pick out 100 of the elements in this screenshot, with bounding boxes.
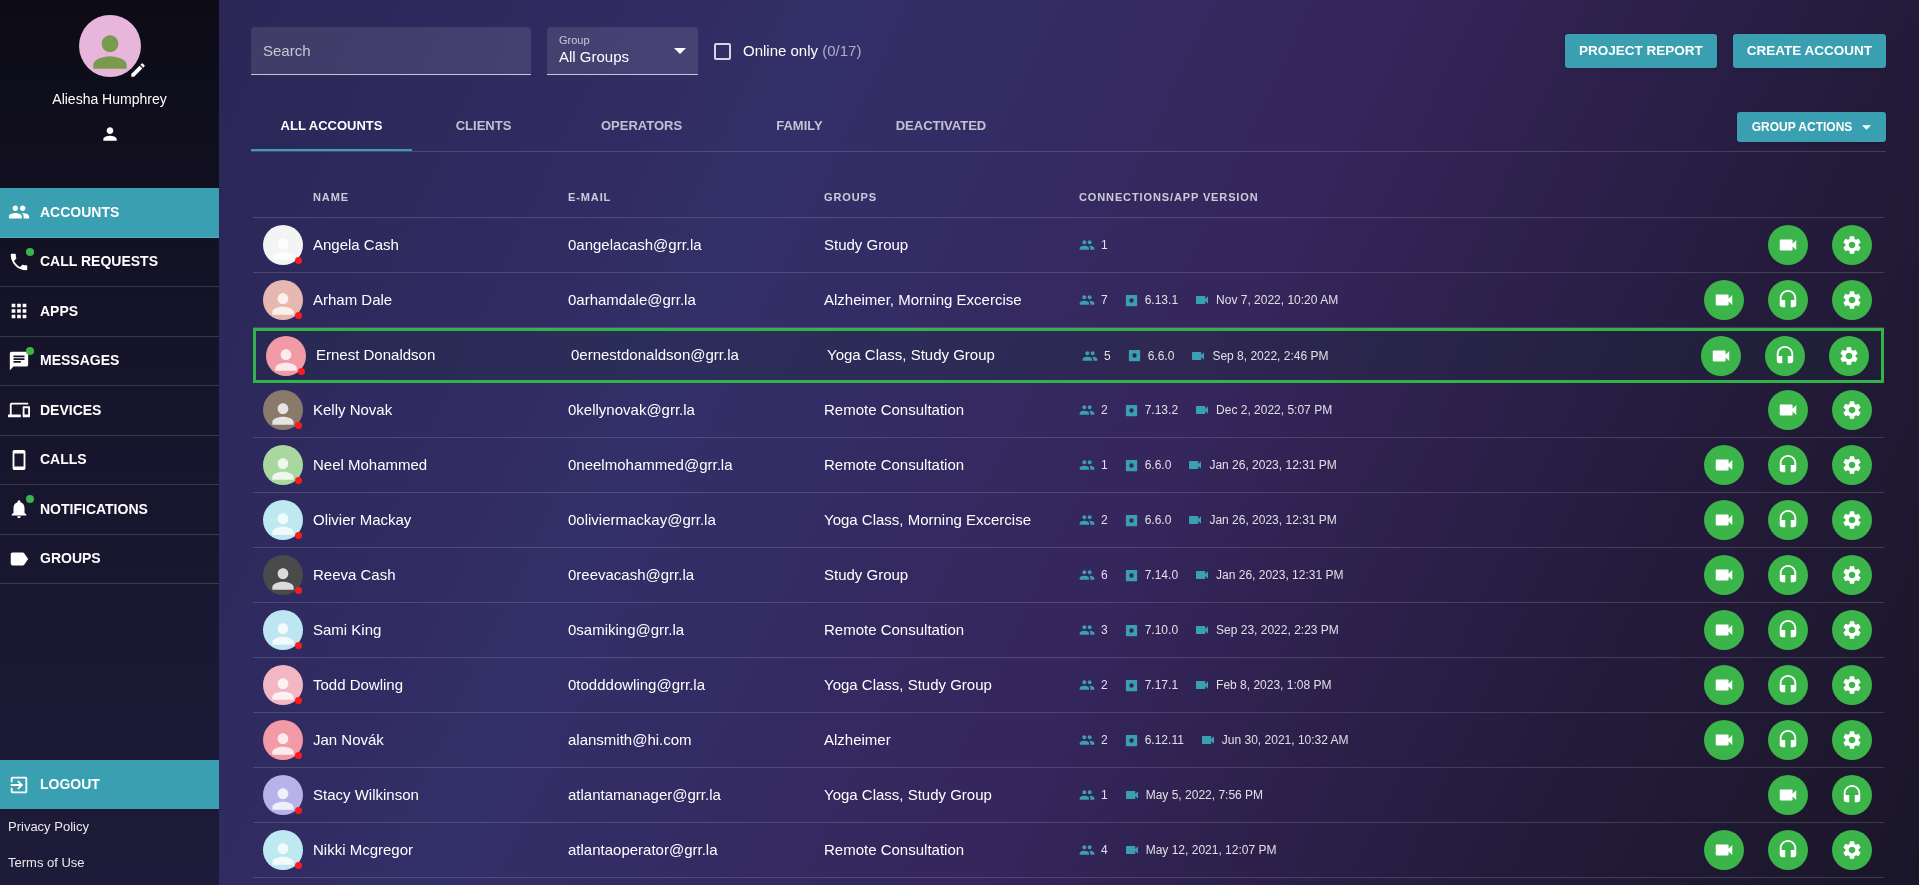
audio-call-button[interactable] bbox=[1768, 555, 1808, 595]
connection-count: 6 bbox=[1101, 567, 1108, 584]
groups-cell: Study Group bbox=[824, 235, 909, 253]
audio-call-button[interactable] bbox=[1765, 335, 1805, 376]
tab[interactable]: DEACTIVATED bbox=[871, 103, 1011, 151]
name-cell: Angela Cash bbox=[313, 235, 399, 253]
avatar bbox=[263, 830, 303, 870]
tab[interactable]: OPERATORS bbox=[555, 103, 728, 151]
settings-button[interactable] bbox=[1832, 445, 1872, 485]
table-row[interactable]: Ernest Donaldson 0ernestdonaldson@grr.la Yoga Class, Study Group 5 6.6.0 Sep 8, 2022, 2:46 PM bbox=[253, 328, 1884, 383]
table-row[interactable]: Angela Cash 0angelacash@grr.la Study Group 1 bbox=[253, 218, 1884, 273]
groups-cell: Remote Consultation bbox=[824, 840, 965, 858]
tab[interactable]: FAMILY bbox=[728, 103, 871, 151]
avatar bbox=[263, 280, 303, 320]
settings-button[interactable] bbox=[1832, 665, 1872, 705]
column-header: CONNECTIONS/APP VERSION bbox=[1079, 190, 1260, 206]
video-call-button[interactable] bbox=[1704, 445, 1744, 485]
video-call-button[interactable] bbox=[1768, 390, 1808, 430]
table-row[interactable]: Todd Dowling 0todddowling@grr.la Yoga Class, Study Group 2 7.17.1 Feb 8, 2023, 1:08 PM bbox=[253, 658, 1884, 713]
settings-button[interactable] bbox=[1832, 555, 1872, 595]
app-version: 6.6.0 bbox=[1147, 347, 1175, 365]
settings-icon bbox=[1841, 729, 1863, 751]
table-row[interactable]: Nikki Mcgregor atlantaoperator@grr.la Remote Consultation 4 May 12, 2021, 12:07 PM bbox=[253, 823, 1884, 878]
table-row[interactable]: Olivier Mackay 0oliviermackay@grr.la Yoga Class, Morning Excercise 2 6.6.0 Jan 26, 2023, 12:31 PM bbox=[253, 493, 1884, 548]
table-row[interactable]: Kelly Novak 0kellynovak@grr.la Remote Consultation 2 7.13.2 Dec 2, 2022, 5:07 PM bbox=[253, 383, 1884, 438]
avatar bbox=[263, 390, 303, 430]
app-icon bbox=[1126, 348, 1142, 363]
app-icon bbox=[1123, 567, 1139, 583]
groups-cell: Study Group bbox=[824, 565, 909, 583]
name-cell: Jan Novák bbox=[313, 730, 384, 748]
connection-count: 4 bbox=[1101, 842, 1108, 859]
app-version: 7.10.0 bbox=[1144, 622, 1179, 639]
video-call-button[interactable] bbox=[1701, 335, 1741, 376]
column-header: NAME bbox=[313, 190, 350, 206]
last-call-time: Jan 26, 2023, 12:31 PM bbox=[1209, 457, 1337, 474]
settings-button[interactable] bbox=[1832, 720, 1872, 760]
groups-cell: Yoga Class, Study Group bbox=[824, 675, 992, 693]
tab[interactable]: ALL ACCOUNTS bbox=[251, 103, 412, 151]
settings-icon bbox=[1841, 564, 1863, 586]
avatar bbox=[263, 775, 303, 815]
caret-icon bbox=[1862, 124, 1872, 130]
video-call-button[interactable] bbox=[1704, 830, 1744, 870]
connection-count: 2 bbox=[1101, 512, 1108, 529]
name-cell: Todd Dowling bbox=[313, 675, 404, 693]
audio-call-button[interactable] bbox=[1768, 280, 1808, 320]
footer-link[interactable]: Terms of Use bbox=[0, 845, 219, 881]
video-call-button[interactable] bbox=[1704, 555, 1744, 595]
table-row[interactable]: Reeva Cash 0reevacash@grr.la Study Group 6 7.14.0 Jan 26, 2023, 12:31 PM bbox=[253, 548, 1884, 603]
connection-count: 1 bbox=[1101, 237, 1108, 254]
settings-icon bbox=[1841, 674, 1863, 696]
pencil-icon[interactable] bbox=[128, 61, 147, 79]
settings-button[interactable] bbox=[1832, 390, 1872, 430]
avatar bbox=[263, 500, 303, 540]
footer-link[interactable]: Privacy Policy bbox=[0, 809, 219, 845]
video-call-button[interactable] bbox=[1704, 610, 1744, 650]
audio-call-button[interactable] bbox=[1768, 720, 1808, 760]
settings-button[interactable] bbox=[1832, 280, 1872, 320]
settings-button[interactable] bbox=[1832, 500, 1872, 540]
table-row[interactable]: Sami King 0samiking@grr.la Remote Consultation 3 7.10.0 Sep 23, 2022, 2:23 PM bbox=[253, 603, 1884, 658]
audio-call-button[interactable] bbox=[1768, 610, 1808, 650]
avatar bbox=[263, 225, 303, 265]
email-cell: 0oliviermackay@grr.la bbox=[568, 510, 716, 528]
settings-button[interactable] bbox=[1832, 830, 1872, 870]
video-call-button[interactable] bbox=[1768, 225, 1808, 265]
settings-icon bbox=[1841, 454, 1863, 476]
video-call-button[interactable] bbox=[1704, 720, 1744, 760]
audio-call-button[interactable] bbox=[1768, 500, 1808, 540]
audio-call-button[interactable] bbox=[1768, 830, 1808, 870]
email-cell: atlantamanager@grr.la bbox=[568, 785, 721, 803]
settings-button[interactable] bbox=[1829, 335, 1869, 376]
name-cell: Arham Dale bbox=[313, 290, 393, 308]
table-row[interactable]: Neel Mohammed 0neelmohammed@grr.la Remote Consultation 1 6.6.0 Jan 26, 2023, 12:31 PM bbox=[253, 438, 1884, 493]
connection-count: 1 bbox=[1101, 457, 1108, 474]
table-row[interactable]: Stacy Wilkinson atlantamanager@grr.la Yoga Class, Study Group 1 May 5, 2022, 7:56 PM bbox=[253, 768, 1884, 823]
table-row[interactable]: Jan Novák alansmith@hi.com Alzheimer 2 6.12.11 Jun 30, 2021, 10:32 AM bbox=[253, 713, 1884, 768]
app-version: 6.13.1 bbox=[1144, 292, 1179, 309]
group-select[interactable]: Group All Groups bbox=[547, 27, 698, 75]
video-call-button[interactable] bbox=[1704, 280, 1744, 320]
audio-call-button[interactable] bbox=[1768, 665, 1808, 705]
name-cell: Neel Mohammed bbox=[313, 455, 428, 473]
audio-call-button[interactable] bbox=[1832, 775, 1872, 815]
settings-button[interactable] bbox=[1832, 610, 1872, 650]
table-row[interactable]: Arham Dale 0arhamdale@grr.la Alzheimer, Morning Excercise 7 6.13.1 Nov 7, 2022, 10:20 AM bbox=[253, 273, 1884, 328]
groups-cell: Yoga Class, Study Group bbox=[827, 346, 995, 364]
tab[interactable]: CLIENTS bbox=[412, 103, 555, 151]
video-call-button[interactable] bbox=[1768, 775, 1808, 815]
nav-item[interactable]: MESSAGES bbox=[0, 336, 219, 386]
video-call-button[interactable] bbox=[1704, 665, 1744, 705]
app-icon bbox=[1123, 457, 1139, 473]
video-call-button[interactable] bbox=[1704, 500, 1744, 540]
app-version: 7.13.2 bbox=[1144, 402, 1179, 419]
email-cell: 0todddowling@grr.la bbox=[568, 675, 705, 693]
settings-button[interactable] bbox=[1832, 225, 1872, 265]
groups-cell: Remote Consultation bbox=[824, 620, 965, 638]
app-icon bbox=[1123, 732, 1139, 748]
audio-call-button[interactable] bbox=[1768, 445, 1808, 485]
online-only-label: Online only (0/17) bbox=[743, 40, 862, 61]
online-only-checkbox[interactable] bbox=[714, 42, 731, 60]
groups-cell: Remote Consultation bbox=[824, 455, 965, 473]
name-cell: Sami King bbox=[313, 620, 382, 638]
